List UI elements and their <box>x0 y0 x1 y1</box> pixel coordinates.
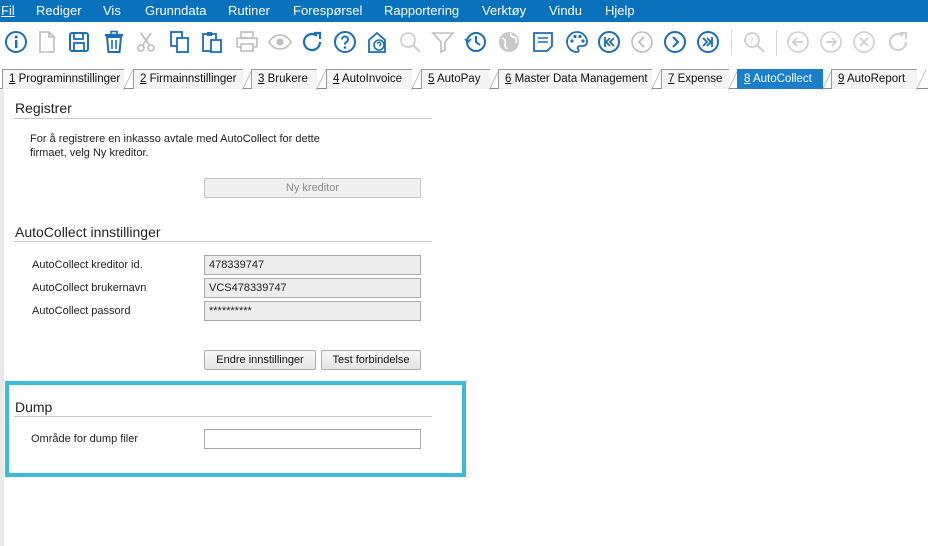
new-document-icon[interactable] <box>33 28 61 56</box>
cancel-icon[interactable] <box>850 28 878 56</box>
section-divider <box>14 118 432 119</box>
help-icon[interactable] <box>331 28 359 56</box>
creditor-id-label: AutoCollect kreditor id. <box>32 259 143 271</box>
username-label: AutoCollect brukernavn <box>32 282 147 294</box>
menu-hjelp[interactable]: Hjelp <box>605 0 635 22</box>
tab-autoinvoice[interactable]: 4 AutoInvoice <box>326 69 421 90</box>
filter-icon[interactable] <box>429 28 457 56</box>
section-divider <box>14 416 432 417</box>
menu-rediger[interactable]: Rediger <box>36 0 82 22</box>
tab-autocollect[interactable]: 8 AutoCollect <box>737 69 832 90</box>
cut-icon[interactable] <box>132 28 160 56</box>
previous-record-icon[interactable] <box>628 28 656 56</box>
notes-icon[interactable] <box>529 28 557 56</box>
tab-autopay[interactable]: 5 AutoPay <box>421 69 499 90</box>
info-icon[interactable] <box>2 28 30 56</box>
tab-bar: 1 Programinnstillinger 2 Firmainnstillin… <box>0 68 928 90</box>
menu-vindu[interactable]: Vindu <box>549 0 582 22</box>
dump-path-label: Område for dump filer <box>31 433 138 445</box>
menu-vis[interactable]: Vis <box>103 0 121 22</box>
dump-title: Dump <box>15 399 53 415</box>
tab-autoreport[interactable]: 9 AutoReport <box>831 69 926 90</box>
toolbar-separator <box>776 30 777 56</box>
history-icon[interactable] <box>462 28 490 56</box>
help-document-icon[interactable] <box>363 28 391 56</box>
copy-icon[interactable] <box>166 28 194 56</box>
palette-icon[interactable] <box>563 28 591 56</box>
back-icon[interactable] <box>784 28 812 56</box>
section-divider <box>14 241 432 242</box>
svg-text:?: ? <box>750 37 754 46</box>
new-creditor-button[interactable]: Ny kreditor <box>204 178 421 198</box>
menu-rutiner[interactable]: Rutiner <box>228 0 270 22</box>
registrer-title: Registrer <box>15 100 72 116</box>
next-record-icon[interactable] <box>661 28 689 56</box>
delete-icon[interactable] <box>100 28 128 56</box>
test-connection-button[interactable]: Test forbindelse <box>321 350 421 370</box>
menu-forespoersel[interactable]: Forespørsel <box>293 0 362 22</box>
refresh-icon[interactable] <box>298 28 326 56</box>
last-record-icon[interactable] <box>694 28 722 56</box>
settings-title: AutoCollect innstillinger <box>15 224 161 240</box>
tab-expense[interactable]: 7 Expense <box>661 69 738 90</box>
redo-icon[interactable] <box>884 28 912 56</box>
menu-fil[interactable]: Fil <box>1 0 15 22</box>
registrer-description-line1: For å registrere en inkasso avtale med A… <box>30 133 320 145</box>
password-label: AutoCollect passord <box>32 305 131 317</box>
search-icon[interactable] <box>396 28 424 56</box>
tab-firmainnstillinger[interactable]: 2 Firmainnstillinger <box>133 69 252 90</box>
paste-icon[interactable] <box>198 28 226 56</box>
globe-icon[interactable] <box>495 28 523 56</box>
username-field[interactable]: VCS478339747 <box>204 278 421 298</box>
tab-programinnstillinger[interactable]: 1 Programinnstillinger <box>2 69 133 90</box>
forward-icon[interactable] <box>817 28 845 56</box>
first-record-icon[interactable] <box>595 28 623 56</box>
registrer-description-line2: firmaet, velg Ny kreditor. <box>30 147 149 159</box>
panel-left-edge <box>0 90 4 546</box>
menu-verktoy[interactable]: Verktøy <box>482 0 526 22</box>
toolbar-separator <box>731 30 732 56</box>
menu-rapportering[interactable]: Rapportering <box>384 0 459 22</box>
zoom-icon[interactable]: ? <box>740 28 768 56</box>
toolbar: ? <box>0 22 928 64</box>
dump-path-input[interactable] <box>204 429 421 449</box>
menu-bar: Fil Rediger Vis Grunndata Rutiner Foresp… <box>0 0 928 22</box>
tab-brukere[interactable]: 3 Brukere <box>251 69 326 90</box>
save-icon[interactable] <box>65 28 93 56</box>
menu-grunndata[interactable]: Grunndata <box>145 0 206 22</box>
tab-master-data-management[interactable]: 6 Master Data Management <box>498 69 661 90</box>
creditor-id-field[interactable]: 478339747 <box>204 255 421 275</box>
print-icon[interactable] <box>233 28 261 56</box>
change-settings-button[interactable]: Endre innstillinger <box>204 350 316 370</box>
password-field[interactable]: ********** <box>204 301 421 321</box>
preview-icon[interactable] <box>266 28 294 56</box>
